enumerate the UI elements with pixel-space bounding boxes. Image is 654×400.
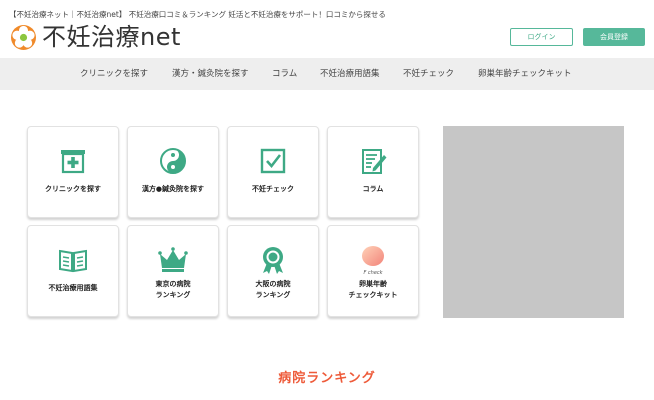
nav-item-glossary[interactable]: 不妊治療用語集 — [320, 58, 380, 90]
card-label: 漢方●鍼灸院を探す — [141, 185, 205, 193]
card-label: クリニックを探す — [45, 185, 101, 193]
logo-text: 不妊治療net — [42, 23, 181, 51]
card-glossary[interactable]: 不妊治療用語集 — [27, 225, 119, 317]
nav-item-kampo[interactable]: 漢方・鍼灸院を探す — [172, 58, 249, 90]
main-nav: クリニックを探す 漢方・鍼灸院を探す コラム 不妊治療用語集 不妊チェック 卵巣… — [0, 58, 654, 90]
medal-icon — [257, 244, 289, 276]
site-logo[interactable]: 不妊治療net — [10, 22, 181, 52]
card-clinic-search[interactable]: クリニックを探す — [27, 126, 119, 218]
card-tokyo-ranking[interactable]: 東京の病院 ランキング — [127, 225, 219, 317]
nav-item-column[interactable]: コラム — [272, 58, 297, 90]
card-label-line2: ランキング — [255, 291, 291, 299]
nav-item-check[interactable]: 不妊チェック — [403, 58, 454, 90]
nav-item-clinic[interactable]: クリニックを探す — [80, 58, 148, 90]
fcheck-caption: F check — [363, 270, 383, 276]
ad-banner-placeholder[interactable] — [443, 126, 624, 318]
note-pen-icon — [357, 145, 389, 177]
card-kampo-search[interactable]: 漢方●鍼灸院を探す — [127, 126, 219, 218]
crown-icon — [157, 244, 189, 276]
card-label-line2: チェックキット — [348, 291, 398, 299]
nav-item-ovary-kit[interactable]: 卵巣年齢チェックキット — [478, 58, 572, 90]
fcheck-icon: F check — [357, 244, 389, 276]
card-osaka-ranking[interactable]: 大阪の病院 ランキング — [227, 225, 319, 317]
card-label: 不妊チェック — [252, 185, 294, 193]
yin-yang-icon — [157, 145, 189, 177]
card-ovary-kit[interactable]: F check 卵巣年齢 チェックキット — [327, 225, 419, 317]
card-label: 不妊治療用語集 — [48, 284, 98, 292]
checkbox-icon — [257, 145, 289, 177]
card-label: コラム — [362, 185, 384, 193]
card-label-line1: 卵巣年齢 — [359, 280, 387, 288]
logo-flower-icon — [10, 24, 37, 51]
card-label-line1: 大阪の病院 — [255, 280, 291, 288]
clinic-icon — [57, 145, 89, 177]
card-label-line1: 東京の病院 — [155, 280, 191, 288]
register-button[interactable]: 会員登録 — [583, 28, 645, 46]
book-icon — [57, 244, 89, 276]
card-label-line2: ランキング — [155, 291, 191, 299]
ranking-section-title: 病院ランキング — [278, 371, 376, 386]
card-column[interactable]: コラム — [327, 126, 419, 218]
card-fertility-check[interactable]: 不妊チェック — [227, 126, 319, 218]
login-button[interactable]: ログイン — [510, 28, 573, 46]
site-tagline: 【不妊治療ネット｜不妊治療net】 不妊治療口コミ＆ランキング 妊活と不妊治療を… — [9, 10, 386, 19]
